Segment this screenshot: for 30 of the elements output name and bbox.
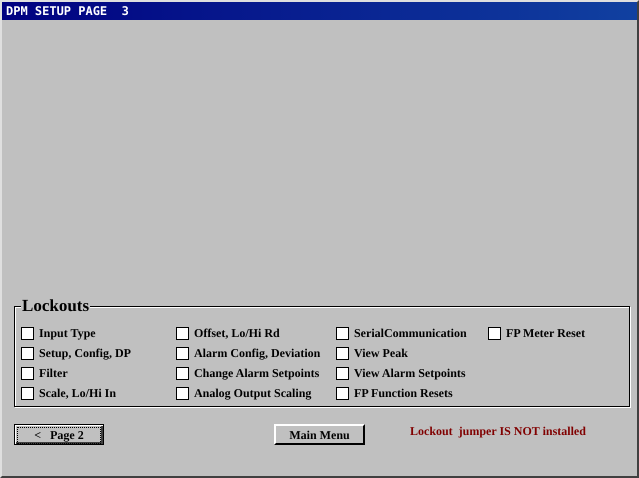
checkbox[interactable] (176, 326, 189, 340)
back-button[interactable]: < Page 2 (14, 424, 104, 444)
checkbox-label[interactable]: FP Function Resets (354, 386, 453, 400)
checkbox-label[interactable]: FP Meter Reset (506, 326, 586, 340)
checkbox-label[interactable]: View Alarm Setpoints (354, 366, 466, 380)
checkbox[interactable] (176, 366, 189, 380)
checkbox[interactable] (21, 386, 34, 400)
main-menu-button[interactable]: Main Menu (274, 424, 365, 444)
checkbox-label[interactable]: Filter (39, 366, 68, 380)
checkbox[interactable] (336, 366, 349, 380)
checkbox[interactable] (176, 346, 189, 360)
checkbox[interactable] (336, 326, 349, 340)
checkbox[interactable] (21, 366, 34, 380)
checkbox-label[interactable]: View Peak (354, 346, 408, 360)
checkbox[interactable] (336, 386, 349, 400)
checkbox[interactable] (176, 386, 189, 400)
checkbox-label[interactable]: Change Alarm Setpoints (194, 366, 320, 380)
status-message: Lockout jumper IS NOT installed (410, 424, 586, 438)
checkbox-label[interactable]: Offset, Lo/Hi Rd (194, 326, 280, 340)
checkbox[interactable] (488, 326, 501, 340)
checkbox-label[interactable]: Alarm Config, Deviation (194, 346, 320, 360)
checkbox-label[interactable]: SerialCommunication (354, 326, 467, 340)
checkbox-label[interactable]: Scale, Lo/Hi In (39, 386, 116, 400)
checkbox-label[interactable]: Input Type (39, 326, 96, 340)
window-title: DPM SETUP PAGE 3 (2, 2, 637, 20)
checkbox[interactable] (21, 346, 34, 360)
checkbox[interactable] (21, 326, 34, 340)
checkbox[interactable] (336, 346, 349, 360)
checkbox-label[interactable]: Analog Output Scaling (194, 386, 312, 400)
checkbox-label[interactable]: Setup, Config, DP (39, 346, 132, 360)
